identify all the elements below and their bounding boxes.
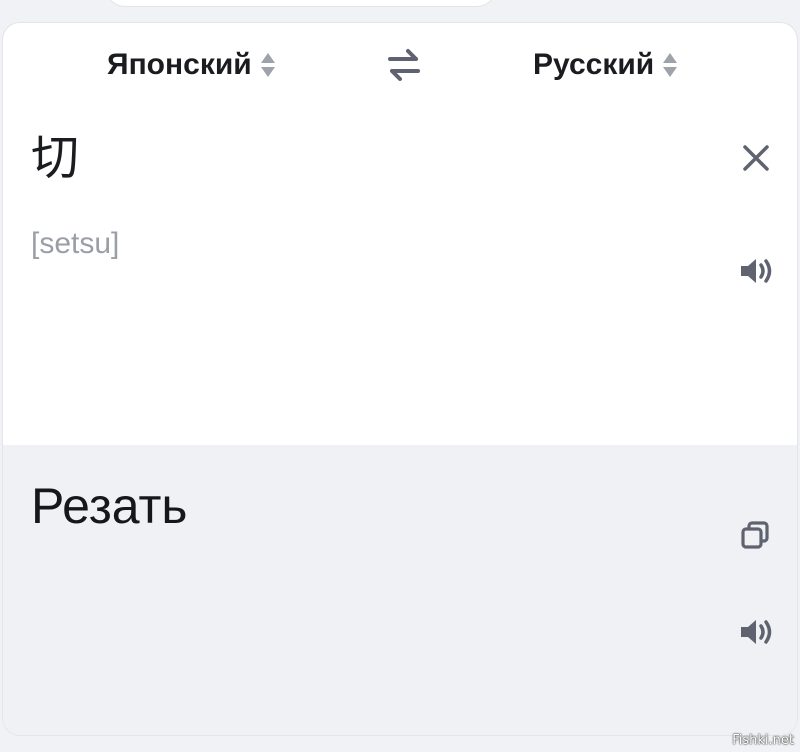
copy-icon: [741, 521, 769, 549]
speak-source-button[interactable]: [737, 254, 777, 288]
source-text[interactable]: 切: [31, 135, 79, 183]
sort-updown-icon: [260, 50, 276, 80]
transliteration: [setsu]: [31, 227, 120, 260]
source-language-selector[interactable]: Японский: [107, 47, 276, 83]
source-language-label: Японский: [107, 48, 252, 81]
translator-card: Японский Русский 切 [setsu] Резать: [2, 22, 798, 736]
search-bar-edge: [105, 0, 497, 7]
swap-languages-button[interactable]: [384, 45, 424, 85]
target-language-label: Русский: [533, 48, 655, 81]
source-text-area[interactable]: 切 [setsu]: [3, 107, 797, 445]
speaker-icon: [741, 259, 772, 283]
swap-arrows-icon: [388, 49, 420, 81]
translation-text: Резать: [31, 478, 188, 534]
translation-area: Резать: [3, 445, 797, 735]
watermark: Fishki.net: [732, 733, 794, 748]
language-bar: Японский Русский: [3, 23, 797, 108]
close-icon: [743, 145, 769, 171]
copy-button[interactable]: [737, 517, 775, 555]
speaker-icon: [741, 620, 772, 644]
speak-translation-button[interactable]: [737, 615, 777, 649]
target-language-selector[interactable]: Русский: [533, 47, 678, 83]
sort-updown-icon: [662, 50, 678, 80]
clear-button[interactable]: [737, 139, 775, 177]
